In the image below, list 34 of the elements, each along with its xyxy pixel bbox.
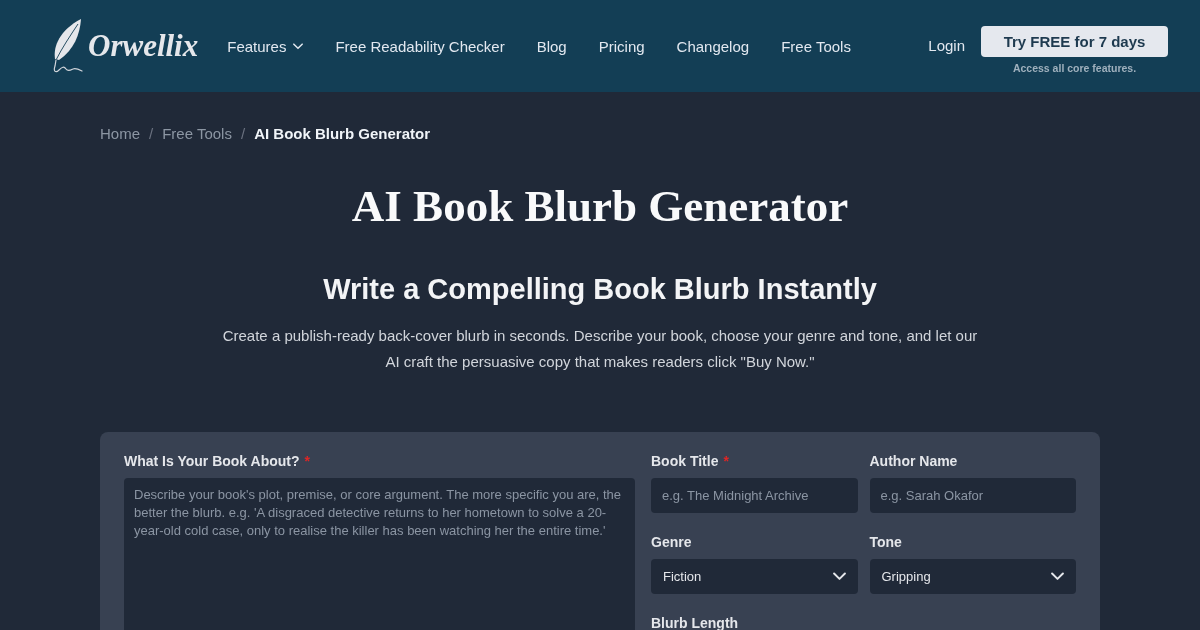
field-label: Tone (869, 534, 902, 550)
nav-link[interactable]: Free Tools (781, 37, 851, 55)
required-asterisk: * (304, 453, 310, 469)
chevron-down-icon (293, 42, 304, 50)
field-label: Author Name (869, 453, 958, 469)
field-label: What Is Your Book About? (124, 453, 300, 469)
page-title: AI Book Blurb Generator (350, 180, 850, 232)
description-textarea[interactable]: Describe your book's plot, premise, or core argument. The more specific you are, the better the blurb. e.g. 'A disgraced detective returns to her hometown to solve a 20-year-old cold case, only to realise the killer has been watching her the entire time.' (124, 478, 635, 630)
free-trial-button[interactable]: Try FREE for 7 days (981, 26, 1168, 57)
field-label: Genre (651, 534, 692, 550)
breadcrumb-link[interactable]: Free Tools (162, 124, 232, 142)
field-label: Blurb Length (651, 615, 739, 630)
field-label: Book Title (651, 453, 719, 469)
dropdown[interactable]: Fiction (651, 559, 858, 594)
breadcrumb-link[interactable]: Home (100, 124, 140, 142)
intro-paragraph: Create a publish-ready back-cover blurb in seconds. Describe your book, choose your genre and tone, and let our AI craft the persuasive copy that makes readers click "Buy Now." (221, 326, 979, 372)
text-field[interactable]: e.g. Sarah Okafor (869, 478, 1076, 513)
dropdown[interactable]: Gripping (869, 559, 1076, 594)
breadcrumb-current: AI Book Blurb Generator (254, 124, 430, 142)
breadcrumb-separator: / (149, 124, 154, 142)
nav-link[interactable]: Pricing (598, 37, 645, 55)
logo-text[interactable]: Orwellix (88, 28, 199, 64)
required-asterisk: * (723, 453, 729, 469)
trial-note: Access all core features. (1012, 62, 1137, 74)
nav-dropdown-link[interactable]: Features (227, 37, 304, 55)
page-subtitle: Write a Compelling Book Blurb Instantly (322, 272, 878, 307)
chevron-down-icon (832, 572, 846, 581)
nav-link[interactable]: Free Readability Checker (335, 37, 505, 55)
login-link[interactable]: Login (928, 36, 965, 54)
nav-link[interactable]: Changelog (676, 37, 750, 55)
breadcrumb-separator: / (240, 124, 246, 142)
text-field[interactable]: e.g. The Midnight Archive (651, 478, 858, 513)
nav-link[interactable]: Blog (536, 37, 567, 55)
chevron-down-icon (1051, 572, 1064, 581)
